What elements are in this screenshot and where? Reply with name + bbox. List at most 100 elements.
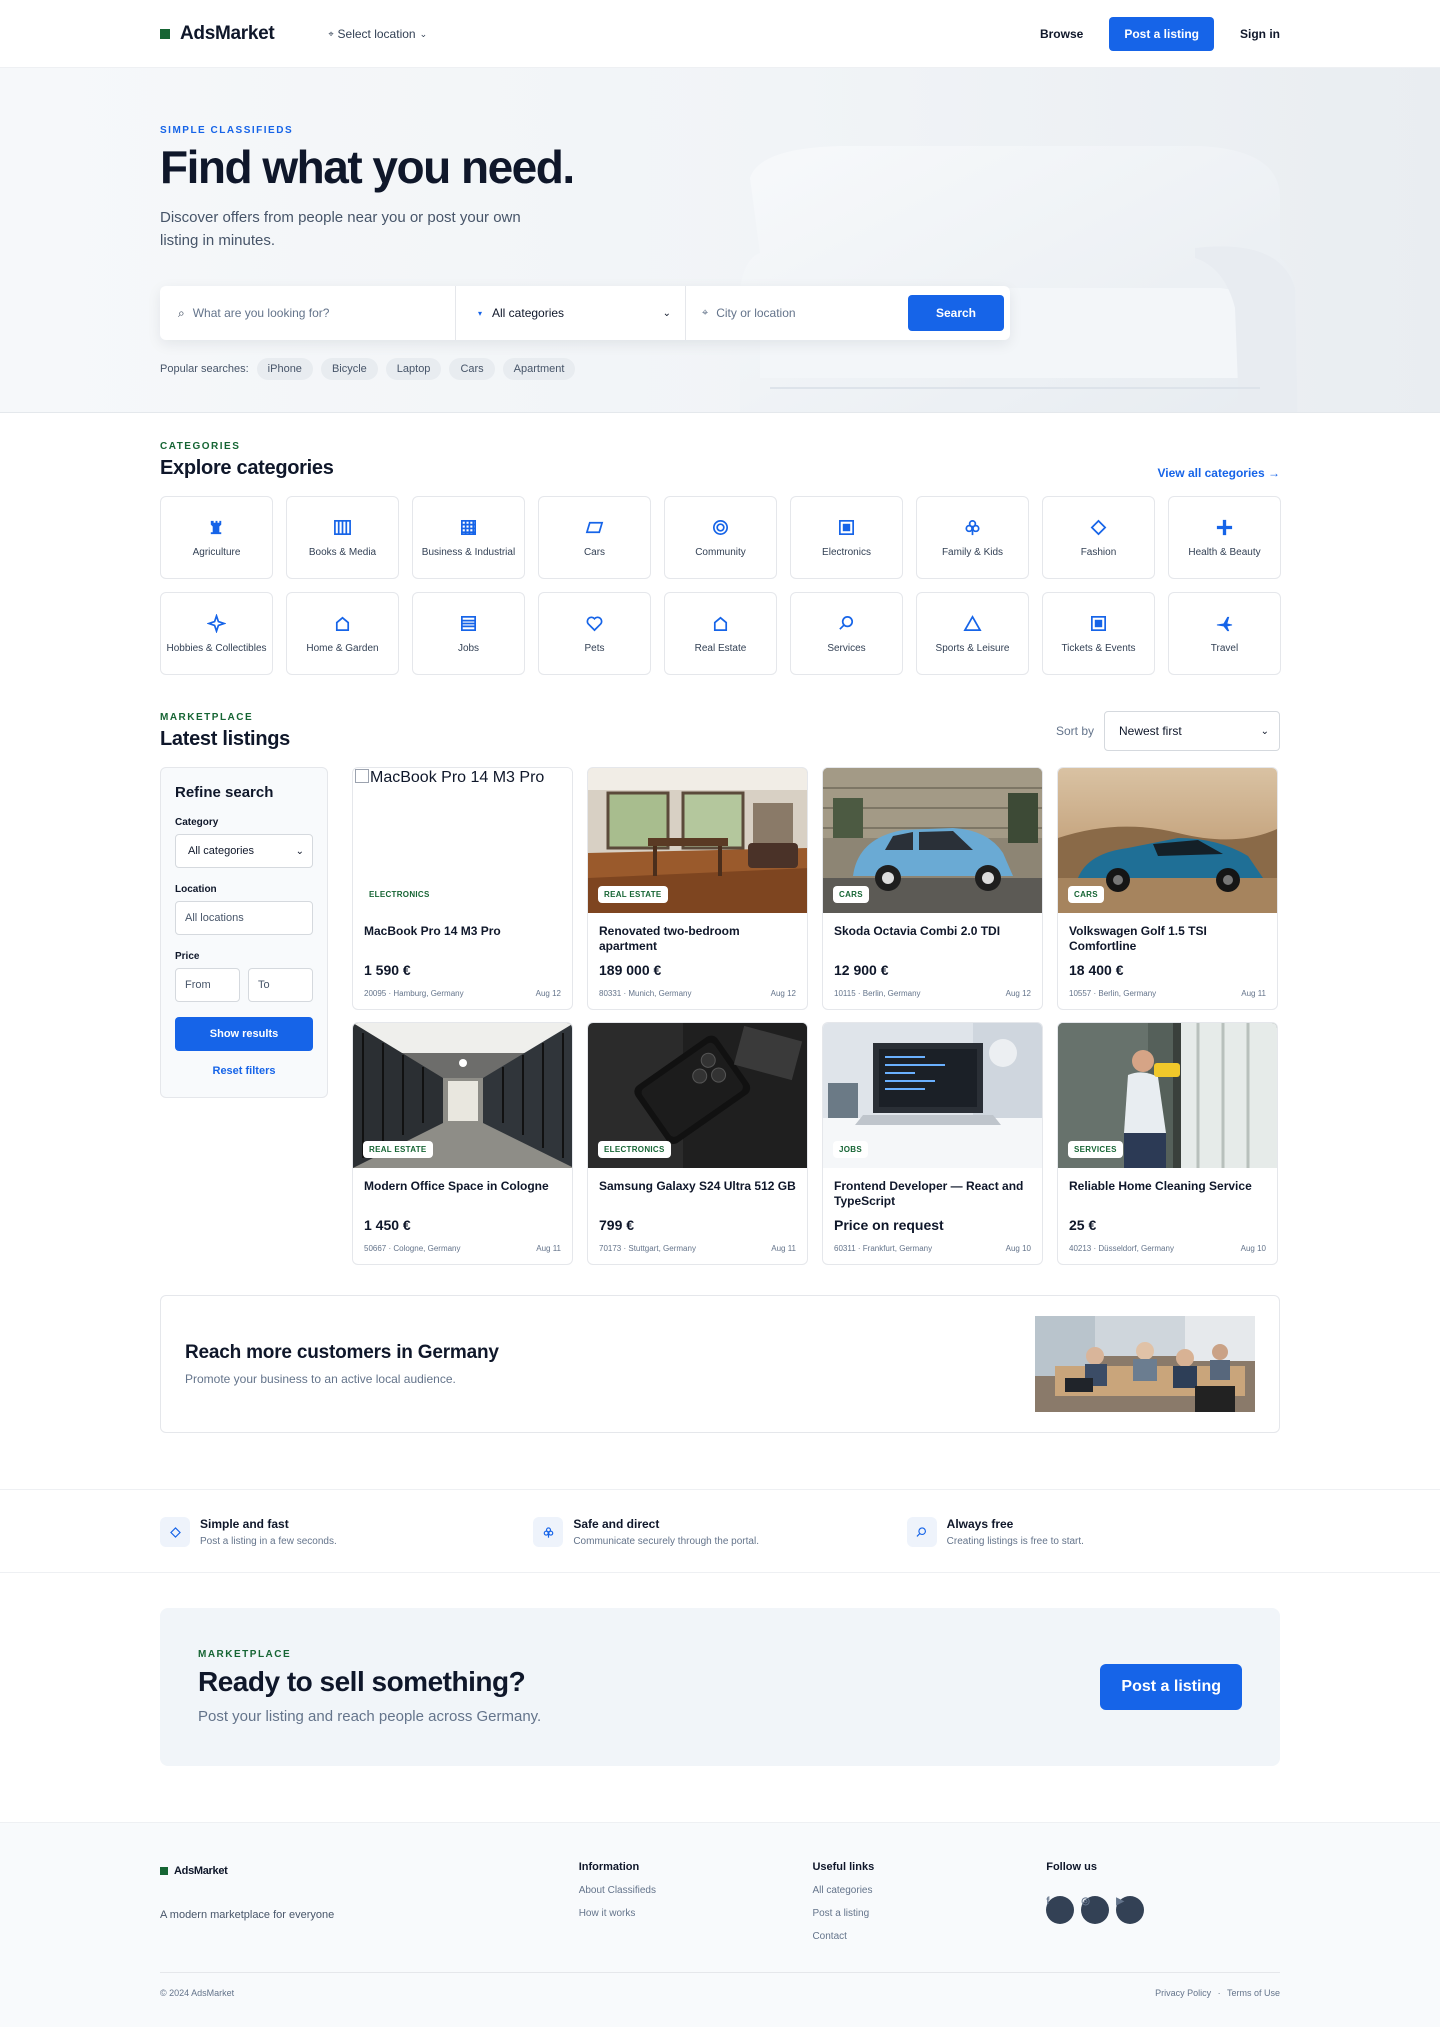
category-tile-community[interactable]: Community (664, 496, 777, 579)
site-logo[interactable]: AdsMarket (160, 23, 275, 45)
listing-date: Aug 11 (536, 1244, 561, 1253)
logo-mark-icon (160, 1867, 168, 1875)
popular-chip[interactable]: Bicycle (320, 358, 378, 380)
category-tile-hobbies-collectibles[interactable]: Hobbies & Collectibles (160, 592, 273, 675)
listing-card[interactable]: CARS Volkswagen Golf 1.5 TSI Comfortline… (1057, 767, 1278, 1010)
feature-title: Always free (946, 1517, 1014, 1531)
sort-select[interactable]: Newest first ⌄ (1104, 711, 1280, 751)
category-tile-fashion[interactable]: Fashion (1042, 496, 1155, 579)
view-all-categories-link[interactable]: View all categories → (1157, 466, 1280, 480)
listing-price: 12 900 € (834, 962, 889, 978)
listing-location: 70173 · Stuttgart, Germany (599, 1244, 696, 1253)
footer-logo[interactable]: AdsMarket (160, 1865, 579, 1877)
footer-tagline: A modern marketplace for everyone (160, 1909, 335, 1921)
category-tile-tickets-events[interactable]: Tickets & Events (1042, 592, 1155, 675)
nav-browse-link[interactable]: Browse (1040, 27, 1083, 41)
footer-link-contact[interactable]: Contact (812, 1931, 1046, 1942)
post-listing-button[interactable]: Post a listing (1109, 17, 1214, 51)
listing-card[interactable]: SERVICES Reliable Home Cleaning Service … (1057, 1022, 1278, 1265)
popular-searches: Popular searches: iPhone Bicycle Laptop … (160, 358, 1280, 380)
listing-image: CARS (1058, 768, 1277, 913)
listing-card[interactable]: JOBS Frontend Developer — React and Type… (822, 1022, 1043, 1265)
search-button[interactable]: Search (908, 295, 1004, 331)
listing-card[interactable]: CARS Skoda Octavia Combi 2.0 TDI 12 900 … (822, 767, 1043, 1010)
price-from-placeholder: From (185, 979, 211, 991)
popular-chip[interactable]: iPhone (256, 358, 313, 380)
filter-category-label: Category (175, 817, 219, 828)
facebook-icon[interactable]: f (1046, 1896, 1075, 1924)
city-input[interactable]: ⌖ City or location (686, 306, 908, 320)
filter-category-select[interactable]: All categories ⌄ (175, 834, 313, 868)
broken-image-icon (355, 769, 369, 783)
listing-title: Modern Office Space in Cologne (364, 1179, 549, 1193)
listing-card[interactable]: ELECTRONICS Samsung Galaxy S24 Ultra 512… (587, 1022, 808, 1265)
chevron-down-icon: ⌄ (662, 307, 671, 319)
category-tile-sports-leisure[interactable]: Sports & Leisure (916, 592, 1029, 675)
category-label: Business & Industrial (421, 547, 516, 558)
category-label: Community (695, 547, 746, 558)
category-select[interactable]: ▾ All categories ⌄ (456, 286, 686, 340)
logo-text: AdsMarket (180, 23, 275, 44)
header-nav: Browse Post a listing Sign in (1040, 17, 1280, 51)
category-tile-electronics[interactable]: Electronics (790, 496, 903, 579)
youtube-icon[interactable]: ▶ (1116, 1896, 1145, 1924)
chip-square-icon (837, 517, 857, 537)
listing-location: 20095 · Hamburg, Germany (364, 989, 464, 998)
search-input[interactable]: ⌕ What are you looking for? (178, 286, 456, 340)
listing-title: Renovated two-bedroom apartment (599, 924, 740, 953)
show-results-button[interactable]: Show results (175, 1017, 313, 1051)
sign-in-link[interactable]: Sign in (1240, 27, 1280, 41)
category-tile-home-garden[interactable]: Home & Garden (286, 592, 399, 675)
listing-card[interactable]: REAL ESTATE Renovated two-bedroom apartm… (587, 767, 808, 1010)
sparkle-icon (207, 613, 227, 633)
listing-location: 80331 · Munich, Germany (599, 989, 692, 998)
location-select[interactable]: ⌖ Select location ⌄ (328, 27, 427, 41)
price-from-input[interactable]: From (175, 968, 240, 1002)
listing-card[interactable]: REAL ESTATE Modern Office Space in Colog… (352, 1022, 573, 1265)
magnifier-icon (837, 613, 857, 633)
cta-post-listing-button[interactable]: Post a listing (1100, 1664, 1242, 1710)
category-tile-services[interactable]: Services (790, 592, 903, 675)
listing-date: Aug 10 (1005, 1244, 1031, 1253)
category-tile-cars[interactable]: Cars (538, 496, 651, 579)
price-to-input[interactable]: To (248, 968, 313, 1002)
category-tile-business-industrial[interactable]: Business & Industrial (412, 496, 525, 579)
popular-chip[interactable]: Apartment (502, 358, 576, 380)
category-tile-books-media[interactable]: Books & Media (286, 496, 399, 579)
listing-price: 25 € (1069, 1217, 1097, 1233)
reset-filters-link[interactable]: Reset filters (175, 1065, 313, 1077)
listing-image: MacBook Pro 14 M3 Pro ELECTRONICS (353, 768, 572, 913)
category-tile-family-kids[interactable]: Family & Kids (916, 496, 1029, 579)
filter-location-input[interactable]: All locations (175, 901, 313, 935)
popular-chip[interactable]: Laptop (385, 358, 442, 380)
target-circle-icon (711, 517, 731, 537)
footer-link-about[interactable]: About Classifieds (579, 1885, 813, 1896)
category-tile-pets[interactable]: Pets (538, 592, 651, 675)
footer-link-post-listing[interactable]: Post a listing (812, 1908, 1046, 1919)
listing-card[interactable]: MacBook Pro 14 M3 Pro ELECTRONICS MacBoo… (352, 767, 573, 1010)
category-tile-agriculture[interactable]: Agriculture (160, 496, 273, 579)
books-icon (333, 517, 353, 537)
category-label: Hobbies & Collectibles (166, 643, 267, 654)
category-tile-travel[interactable]: Travel (1168, 592, 1281, 675)
instagram-icon[interactable]: ◎ (1081, 1896, 1110, 1924)
promo-subtitle: Promote your business to an active local… (185, 1372, 456, 1386)
footer-logo-text: AdsMarket (174, 1865, 228, 1877)
category-tile-jobs[interactable]: Jobs (412, 592, 525, 675)
footer-info-title: Information (578, 1861, 640, 1873)
terms-of-use-link[interactable]: Terms of Use (1227, 1988, 1280, 1998)
privacy-policy-link[interactable]: Privacy Policy (1155, 1988, 1211, 1998)
promo-banner[interactable]: Reach more customers in Germany Promote … (160, 1295, 1280, 1433)
logo-mark-icon (160, 29, 170, 39)
sort-select-value: Newest first (1119, 724, 1182, 738)
hero-subtitle: Discover offers from people near you or … (160, 209, 521, 249)
category-tile-real-estate[interactable]: Real Estate (664, 592, 777, 675)
category-tile-health-beauty[interactable]: Health & Beauty (1168, 496, 1281, 579)
footer-link-how-it-works[interactable]: How it works (579, 1908, 813, 1919)
listing-image: CARS (823, 768, 1042, 913)
chevron-down-icon: ⌄ (419, 28, 428, 39)
listing-image: REAL ESTATE (353, 1023, 572, 1168)
listing-date: Aug 11 (1241, 989, 1266, 998)
popular-chip[interactable]: Cars (449, 358, 495, 380)
footer-link-all-categories[interactable]: All categories (812, 1885, 1046, 1896)
